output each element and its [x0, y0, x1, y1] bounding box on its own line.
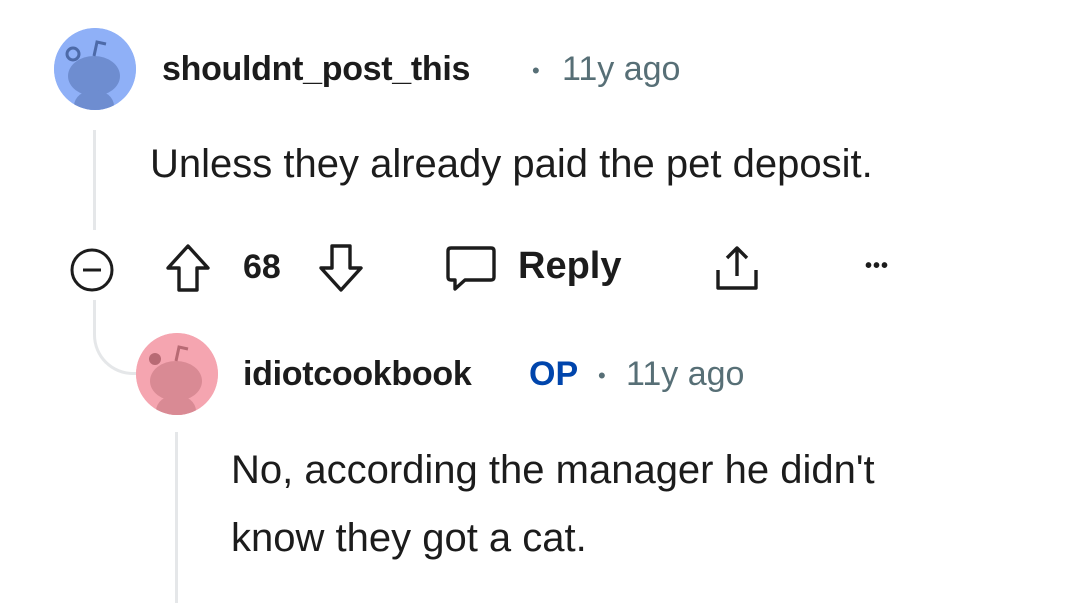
vote-score: 68	[243, 248, 281, 286]
thread-line-top[interactable]	[93, 130, 96, 230]
reply-body-line-2: know they got a cat.	[231, 516, 587, 560]
comment-author[interactable]: shouldnt_post_this	[162, 50, 470, 89]
reply-avatar[interactable]	[136, 333, 218, 415]
thread-line-curve[interactable]	[93, 300, 142, 375]
share-icon	[716, 246, 758, 290]
avatar[interactable]	[54, 28, 136, 110]
upvote-button[interactable]	[160, 238, 216, 298]
meta-separator: •	[598, 363, 606, 388]
ellipsis-icon: •••	[864, 254, 889, 277]
meta-separator: •	[532, 58, 540, 83]
reply-label[interactable]: Reply	[518, 245, 621, 288]
arrow-up-icon	[166, 244, 210, 292]
thread-line-reply[interactable]	[175, 432, 178, 603]
arrow-down-icon	[319, 244, 363, 292]
comment-body: Unless they already paid the pet deposit…	[150, 142, 873, 186]
more-options-button[interactable]: •••	[852, 244, 902, 288]
reply-author[interactable]: idiotcookbook	[243, 355, 472, 394]
minus-circle-icon	[70, 248, 114, 292]
collapse-button[interactable]	[66, 244, 118, 296]
share-button[interactable]	[707, 238, 767, 298]
downvote-button[interactable]	[313, 238, 369, 298]
speech-bubble-icon	[446, 246, 496, 291]
reply-timestamp[interactable]: 11y ago	[626, 355, 744, 394]
comment-timestamp[interactable]: 11y ago	[562, 50, 680, 89]
op-badge: OP	[529, 355, 579, 393]
reply-body-line-1: No, according the manager he didn't	[231, 448, 875, 492]
